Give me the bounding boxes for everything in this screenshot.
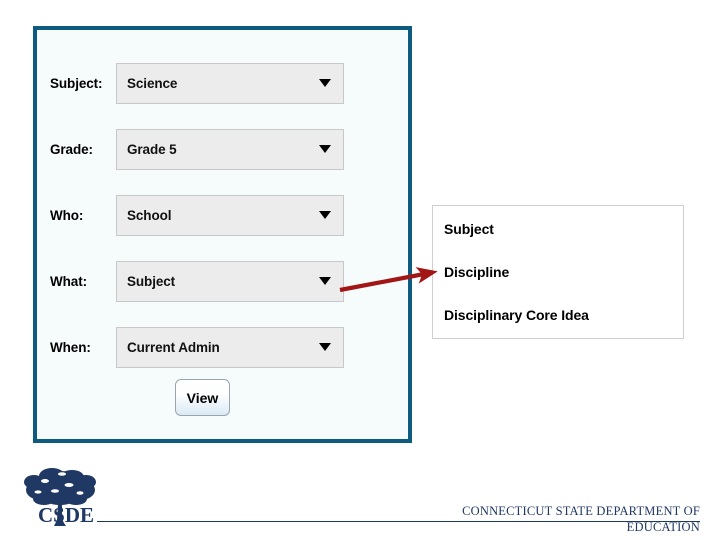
subject-select-value: Science (127, 75, 178, 91)
subject-label: Subject: (50, 75, 103, 91)
chevron-down-icon (319, 79, 331, 87)
grade-select[interactable]: Grade 5 (116, 128, 344, 170)
what-label: What: (50, 273, 87, 289)
when-select-value: Current Admin (127, 339, 220, 355)
chevron-down-icon (319, 343, 331, 351)
chevron-down-icon (319, 277, 331, 285)
who-label: Who: (50, 207, 84, 223)
who-select[interactable]: School (116, 194, 344, 236)
subject-select[interactable]: Science (116, 62, 344, 104)
when-select[interactable]: Current Admin (116, 326, 344, 368)
grade-label: Grade: (50, 141, 93, 157)
form-row-who: Who: School (37, 192, 416, 238)
csde-wordmark: CSDE (38, 503, 95, 527)
agency-name: CONNECTICUT STATE DEPARTMENT OF EDUCATIO… (380, 503, 700, 535)
what-select[interactable]: Subject (116, 260, 344, 302)
chevron-down-icon (319, 145, 331, 153)
chevron-down-icon (319, 211, 331, 219)
callout-line-disciplinary-core-idea: Disciplinary Core Idea (444, 307, 589, 323)
form-row-subject: Subject: Science (37, 60, 416, 106)
callout-line-subject: Subject (444, 221, 494, 237)
form-row-grade: Grade: Grade 5 (37, 126, 416, 172)
grade-select-value: Grade 5 (127, 141, 177, 157)
form-row-what: What: Subject (37, 258, 416, 304)
view-button[interactable]: View (175, 379, 230, 416)
what-select-value: Subject (127, 273, 176, 289)
agency-name-line1: CONNECTICUT STATE DEPARTMENT OF (462, 504, 700, 518)
form-row-when: When: Current Admin (37, 324, 416, 370)
when-label: When: (50, 339, 91, 355)
who-select-value: School (127, 207, 172, 223)
agency-name-line2: EDUCATION (626, 520, 700, 534)
callout-line-discipline: Discipline (444, 264, 510, 280)
options-callout-box: Subject Discipline Disciplinary Core Ide… (432, 205, 684, 339)
